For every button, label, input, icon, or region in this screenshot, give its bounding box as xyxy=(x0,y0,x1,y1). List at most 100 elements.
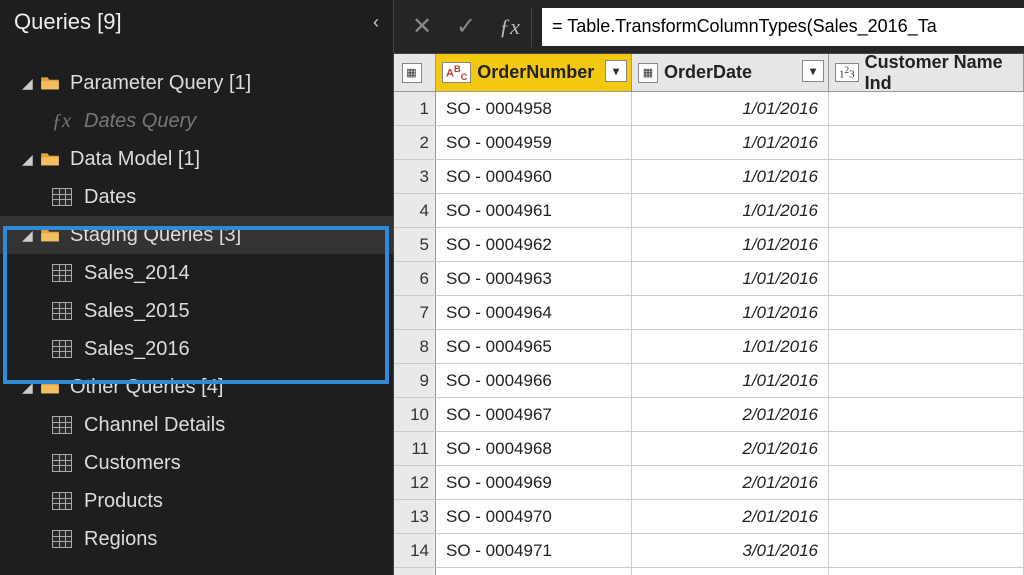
table-row[interactable]: 2SO - 00049591/01/2016 xyxy=(394,126,1024,160)
column-header-orderdate[interactable]: ▦ OrderDate ▾ xyxy=(632,54,829,91)
row-number[interactable]: 2 xyxy=(394,126,436,159)
cell-customer[interactable] xyxy=(829,500,1024,533)
row-number[interactable]: 14 xyxy=(394,534,436,567)
cell-orderdate[interactable]: 2/01/2016 xyxy=(632,432,829,465)
row-number[interactable]: 13 xyxy=(394,500,436,533)
cell-customer[interactable] xyxy=(829,160,1024,193)
cell-customer[interactable] xyxy=(829,92,1024,125)
cell-ordernumber[interactable]: SO - 0004970 xyxy=(436,500,632,533)
column-header-ordernumber[interactable]: ABC OrderNumber ▾ xyxy=(436,54,632,91)
cell-ordernumber[interactable]: SO - 0004962 xyxy=(436,228,632,261)
query-group[interactable]: ◢Parameter Query [1] xyxy=(0,64,393,102)
query-item[interactable]: Sales_2016 xyxy=(0,330,393,368)
cell-ordernumber[interactable]: SO - 0004967 xyxy=(436,398,632,431)
cell-orderdate[interactable]: 1/01/2016 xyxy=(632,262,829,295)
column-filter-dropdown[interactable]: ▾ xyxy=(605,60,627,82)
cell-orderdate[interactable]: 1/01/2016 xyxy=(632,194,829,227)
query-item[interactable]: ƒxDates Query xyxy=(0,102,393,140)
expander-icon[interactable]: ◢ xyxy=(22,75,36,92)
cell-customer[interactable] xyxy=(829,534,1024,567)
cell-ordernumber[interactable]: SO - 0004969 xyxy=(436,466,632,499)
row-number[interactable]: 7 xyxy=(394,296,436,329)
query-item[interactable]: Sales_2015 xyxy=(0,292,393,330)
row-number[interactable]: 3 xyxy=(394,160,436,193)
column-header-customer[interactable]: 123 Customer Name Ind xyxy=(829,54,1024,91)
expander-icon[interactable]: ◢ xyxy=(22,227,36,244)
select-all-corner[interactable]: ▦ xyxy=(394,54,436,91)
row-number[interactable]: 5 xyxy=(394,228,436,261)
cell-ordernumber[interactable]: SO - 0004968 xyxy=(436,432,632,465)
table-row[interactable]: 13SO - 00049702/01/2016 xyxy=(394,500,1024,534)
cell-customer[interactable] xyxy=(829,466,1024,499)
row-number[interactable]: 9 xyxy=(394,364,436,397)
cell-orderdate[interactable]: 3/01/2016 xyxy=(632,534,829,567)
cell-orderdate[interactable]: 2/01/2016 xyxy=(632,398,829,431)
cancel-formula-button[interactable]: ✕ xyxy=(400,7,444,47)
cell-customer[interactable] xyxy=(829,262,1024,295)
cell-orderdate[interactable]: 1/01/2016 xyxy=(632,330,829,363)
cell-ordernumber[interactable]: SO - 0004964 xyxy=(436,296,632,329)
cell-ordernumber[interactable]: SO - 0004965 xyxy=(436,330,632,363)
query-group[interactable]: ◢Data Model [1] xyxy=(0,140,393,178)
row-number[interactable]: 4 xyxy=(394,194,436,227)
fx-icon[interactable]: ƒx xyxy=(488,7,532,47)
table-row[interactable]: 1SO - 00049581/01/2016 xyxy=(394,92,1024,126)
cell-ordernumber[interactable]: SO - 0004959 xyxy=(436,126,632,159)
query-item[interactable]: Regions xyxy=(0,520,393,558)
row-number[interactable]: 10 xyxy=(394,398,436,431)
query-item[interactable]: Customers xyxy=(0,444,393,482)
cell-orderdate[interactable]: 1/01/2016 xyxy=(632,92,829,125)
cell-orderdate[interactable]: 1/01/2016 xyxy=(632,296,829,329)
cell-ordernumber[interactable]: SO - 0004972 xyxy=(436,568,632,575)
query-item[interactable]: Channel Details xyxy=(0,406,393,444)
cell-orderdate[interactable]: 1/01/2016 xyxy=(632,364,829,397)
cell-ordernumber[interactable]: SO - 0004958 xyxy=(436,92,632,125)
table-row[interactable]: 7SO - 00049641/01/2016 xyxy=(394,296,1024,330)
cell-ordernumber[interactable]: SO - 0004963 xyxy=(436,262,632,295)
query-group[interactable]: ◢Other Queries [4] xyxy=(0,368,393,406)
column-filter-dropdown[interactable]: ▾ xyxy=(802,60,824,82)
cell-customer[interactable] xyxy=(829,398,1024,431)
table-row[interactable]: 10SO - 00049672/01/2016 xyxy=(394,398,1024,432)
cell-customer[interactable] xyxy=(829,126,1024,159)
commit-formula-button[interactable]: ✓ xyxy=(444,7,488,47)
row-number[interactable]: 1 xyxy=(394,92,436,125)
formula-input[interactable]: = Table.TransformColumnTypes(Sales_2016_… xyxy=(542,8,1024,46)
cell-ordernumber[interactable]: SO - 0004961 xyxy=(436,194,632,227)
collapse-sidebar-icon[interactable]: ‹ xyxy=(373,12,379,33)
cell-customer[interactable] xyxy=(829,364,1024,397)
table-row[interactable]: 6SO - 00049631/01/2016 xyxy=(394,262,1024,296)
cell-ordernumber[interactable]: SO - 0004971 xyxy=(436,534,632,567)
row-number[interactable]: 12 xyxy=(394,466,436,499)
cell-ordernumber[interactable]: SO - 0004960 xyxy=(436,160,632,193)
table-row[interactable]: 11SO - 00049682/01/2016 xyxy=(394,432,1024,466)
cell-orderdate[interactable]: 2/01/2016 xyxy=(632,466,829,499)
table-row[interactable]: 12SO - 00049692/01/2016 xyxy=(394,466,1024,500)
cell-customer[interactable] xyxy=(829,330,1024,363)
cell-orderdate[interactable]: 1/01/2016 xyxy=(632,228,829,261)
query-group[interactable]: ◢Staging Queries [3] xyxy=(0,216,393,254)
query-item[interactable]: Sales_2014 xyxy=(0,254,393,292)
table-row[interactable]: 4SO - 00049611/01/2016 xyxy=(394,194,1024,228)
expander-icon[interactable]: ◢ xyxy=(22,151,36,168)
query-item[interactable]: Dates xyxy=(0,178,393,216)
cell-ordernumber[interactable]: SO - 0004966 xyxy=(436,364,632,397)
table-row[interactable]: 9SO - 00049661/01/2016 xyxy=(394,364,1024,398)
cell-orderdate[interactable]: 3/01/2016 xyxy=(632,568,829,575)
cell-customer[interactable] xyxy=(829,194,1024,227)
cell-customer[interactable] xyxy=(829,568,1024,575)
expander-icon[interactable]: ◢ xyxy=(22,379,36,396)
cell-orderdate[interactable]: 2/01/2016 xyxy=(632,500,829,533)
row-number[interactable]: 15 xyxy=(394,568,436,575)
table-row[interactable]: 5SO - 00049621/01/2016 xyxy=(394,228,1024,262)
row-number[interactable]: 11 xyxy=(394,432,436,465)
table-row[interactable]: 15SO - 00049723/01/2016 xyxy=(394,568,1024,575)
row-number[interactable]: 8 xyxy=(394,330,436,363)
table-row[interactable]: 8SO - 00049651/01/2016 xyxy=(394,330,1024,364)
row-number[interactable]: 6 xyxy=(394,262,436,295)
cell-customer[interactable] xyxy=(829,432,1024,465)
cell-customer[interactable] xyxy=(829,296,1024,329)
table-row[interactable]: 3SO - 00049601/01/2016 xyxy=(394,160,1024,194)
cell-orderdate[interactable]: 1/01/2016 xyxy=(632,160,829,193)
cell-orderdate[interactable]: 1/01/2016 xyxy=(632,126,829,159)
